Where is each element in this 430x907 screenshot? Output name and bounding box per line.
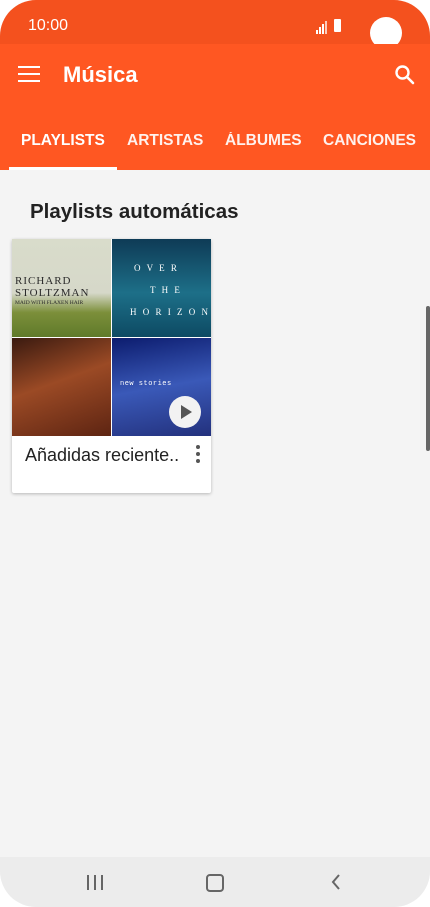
album-art-2: O V E R T H E H O R I Z O N [112, 239, 211, 337]
more-options-icon[interactable] [195, 445, 201, 463]
back-icon[interactable] [330, 874, 342, 890]
play-button[interactable] [169, 396, 201, 428]
tab-playlists[interactable]: PLAYLISTS [9, 132, 117, 170]
play-icon [181, 405, 192, 419]
status-bar: 10:00 [0, 0, 430, 49]
search-icon[interactable] [393, 63, 417, 87]
tab-albumes[interactable]: ÁLBUMES [225, 132, 302, 170]
tab-artistas[interactable]: ARTISTAS [127, 132, 203, 170]
playlist-card[interactable]: RICHARD STOLTZMAN MAID WITH FLAXEN HAIR … [12, 239, 211, 493]
tab-bar: PLAYLISTS ARTISTAS ÁLBUMES CANCIONES [0, 122, 430, 170]
phone-screen: 10:00 Música PLAYLISTS ARTISTAS ÁLBUMES … [0, 0, 430, 907]
signal-icon [316, 21, 327, 34]
tab-canciones[interactable]: CANCIONES [323, 132, 416, 170]
playlist-name: Añadidas reciente.. [25, 445, 180, 465]
side-scroll-handle[interactable] [426, 306, 430, 451]
status-time: 10:00 [28, 17, 69, 34]
home-icon[interactable] [206, 874, 224, 892]
section-title: Playlists automáticas [30, 200, 239, 223]
app-bar: Música PLAYLISTS ARTISTAS ÁLBUMES CANCIO… [0, 44, 430, 170]
navigation-bar [0, 857, 430, 907]
battery-icon [334, 19, 341, 32]
menu-icon[interactable] [18, 66, 40, 84]
album-art-1: RICHARD STOLTZMAN MAID WITH FLAXEN HAIR [12, 239, 111, 337]
recent-apps-icon[interactable] [87, 875, 104, 890]
app-title: Música [63, 62, 138, 87]
album-art-3 [12, 338, 111, 436]
